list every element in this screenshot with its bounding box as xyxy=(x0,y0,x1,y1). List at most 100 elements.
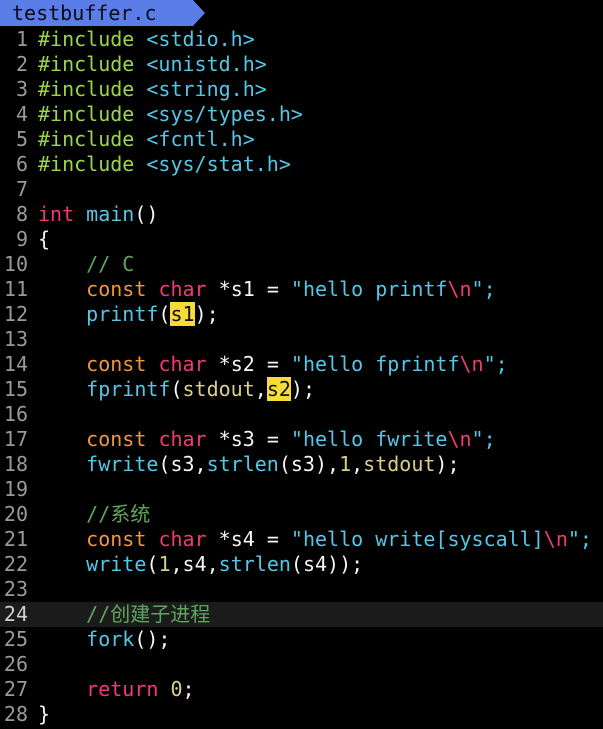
search-match-highlight: s1 xyxy=(170,302,195,326)
code-text: #include <fcntl.h> xyxy=(38,127,255,152)
code-text: #include <sys/types.h> xyxy=(38,102,303,127)
line-number: 2 xyxy=(15,52,28,76)
comment: //系统 xyxy=(86,502,151,526)
line-number: 14 xyxy=(3,352,28,376)
code-line[interactable]: 14 const char *s2 = "hello fprintf\n"; xyxy=(0,352,603,377)
code-line[interactable]: 3 #include <string.h> xyxy=(0,77,603,102)
include-path: <string.h> xyxy=(146,77,267,101)
code-line[interactable]: 18 fwrite(s3,strlen(s3),1,stdout); xyxy=(0,452,603,477)
function-call: printf xyxy=(86,302,159,326)
code-line[interactable]: 12 printf(s1); xyxy=(0,302,603,327)
escape-sequence: \n xyxy=(447,427,472,451)
line-number: 22 xyxy=(3,552,28,576)
include-path: <stdio.h> xyxy=(146,27,255,51)
line-number: 5 xyxy=(15,127,28,151)
preprocessor-directive: #include xyxy=(38,52,135,76)
code-line[interactable]: 7 xyxy=(0,177,603,202)
code-text: fork(); xyxy=(38,627,170,652)
string-literal: "hello write[syscall] xyxy=(290,527,544,551)
code-line[interactable]: 9{ xyxy=(0,227,603,252)
line-number: 26 xyxy=(3,652,28,676)
code-line[interactable]: 16 xyxy=(0,402,603,427)
number-literal: 1 xyxy=(158,552,171,576)
number-literal: 0 xyxy=(170,677,183,701)
code-line[interactable]: 22 write(1,s4,strlen(s4)); xyxy=(0,552,603,577)
line-number: 6 xyxy=(15,152,28,176)
line-number: 10 xyxy=(3,252,28,276)
punctuation: () xyxy=(134,202,159,226)
file-tab[interactable]: testbuffer.c xyxy=(0,0,205,26)
line-number: 4 xyxy=(15,102,28,126)
code-line[interactable]: 17 const char *s3 = "hello fwrite\n"; xyxy=(0,427,603,452)
code-line[interactable]: 8 int main() xyxy=(0,202,603,227)
declaration: *s1 = xyxy=(206,277,291,301)
code-text: fprintf(stdout,s2); xyxy=(38,377,315,402)
punctuation: , xyxy=(351,452,364,476)
string-literal: "hello fwrite xyxy=(290,427,448,451)
code-text: } xyxy=(38,702,51,726)
string-literal-end: "; xyxy=(471,277,496,301)
code-line[interactable]: 6 #include <sys/stat.h> xyxy=(0,152,603,177)
type-qualifier: const xyxy=(86,527,147,551)
code-line[interactable]: 13 xyxy=(0,327,603,352)
code-line[interactable]: 1 #include <stdio.h> xyxy=(0,27,603,52)
code-text: { xyxy=(38,227,51,251)
code-text: #include <stdio.h> xyxy=(38,27,255,52)
code-line[interactable]: 4 #include <sys/types.h> xyxy=(0,102,603,127)
code-line[interactable]: 21 const char *s4 = "hello write[syscall… xyxy=(0,527,603,552)
punctuation: ; xyxy=(182,677,195,701)
code-text: #include <unistd.h> xyxy=(38,52,267,77)
function-call: strlen xyxy=(206,452,279,476)
type-qualifier: const xyxy=(86,277,147,301)
declaration: *s2 = xyxy=(206,352,291,376)
identifier-stdout: stdout xyxy=(363,452,436,476)
file-tab-label: testbuffer.c xyxy=(12,1,157,25)
code-line[interactable]: 28} xyxy=(0,702,603,727)
type-keyword: char xyxy=(158,527,207,551)
code-line[interactable]: 20 //系统 xyxy=(0,502,603,527)
code-line[interactable]: 11 const char *s1 = "hello printf\n"; xyxy=(0,277,603,302)
function-call: fprintf xyxy=(86,377,171,401)
type-keyword: char xyxy=(158,352,207,376)
punctuation: ( xyxy=(170,377,183,401)
code-text: // C xyxy=(38,252,134,277)
punctuation: (s3), xyxy=(278,452,340,476)
code-line[interactable]: 27 return 0; xyxy=(0,677,603,702)
line-number: 23 xyxy=(3,577,28,601)
line-number: 24 xyxy=(3,602,28,626)
code-text: write(1,s4,strlen(s4)); xyxy=(38,552,363,577)
type-qualifier: const xyxy=(86,427,147,451)
number-literal: 1 xyxy=(339,452,352,476)
line-number: 17 xyxy=(3,427,28,451)
code-text: const char *s2 = "hello fprintf\n"; xyxy=(38,352,508,377)
escape-sequence: \n xyxy=(543,527,568,551)
current-line[interactable]: 24 //创建子进程 xyxy=(0,602,603,627)
declaration: *s4 = xyxy=(206,527,291,551)
code-line[interactable]: 5 #include <fcntl.h> xyxy=(0,127,603,152)
punctuation: , xyxy=(254,377,267,401)
line-number: 20 xyxy=(3,502,28,526)
return-keyword: return xyxy=(86,677,159,701)
code-text: //创建子进程 xyxy=(38,602,210,627)
code-line[interactable]: 25 fork(); xyxy=(0,627,603,652)
punctuation: (s4)); xyxy=(290,552,364,576)
function-call: write xyxy=(86,552,147,576)
code-text: const char *s1 = "hello printf\n"; xyxy=(38,277,496,302)
code-line[interactable]: 15 fprintf(stdout,s2); xyxy=(0,377,603,402)
declaration: *s3 = xyxy=(206,427,291,451)
punctuation: ); xyxy=(290,377,315,401)
code-line[interactable]: 19 xyxy=(0,477,603,502)
type-qualifier: const xyxy=(86,352,147,376)
string-literal-end: "; xyxy=(483,352,508,376)
include-path: <sys/types.h> xyxy=(146,102,303,126)
code-line[interactable]: 10 // C xyxy=(0,252,603,277)
code-line[interactable]: 26 xyxy=(0,652,603,677)
code-text: return 0; xyxy=(38,677,195,702)
code-line[interactable]: 23 xyxy=(0,577,603,602)
code-text: #include <sys/stat.h> xyxy=(38,152,291,177)
line-number: 13 xyxy=(3,327,28,351)
code-editor[interactable]: 1 #include <stdio.h> 2 #include <unistd.h>… xyxy=(0,27,603,727)
include-path: <unistd.h> xyxy=(146,52,267,76)
code-line[interactable]: 2 #include <unistd.h> xyxy=(0,52,603,77)
